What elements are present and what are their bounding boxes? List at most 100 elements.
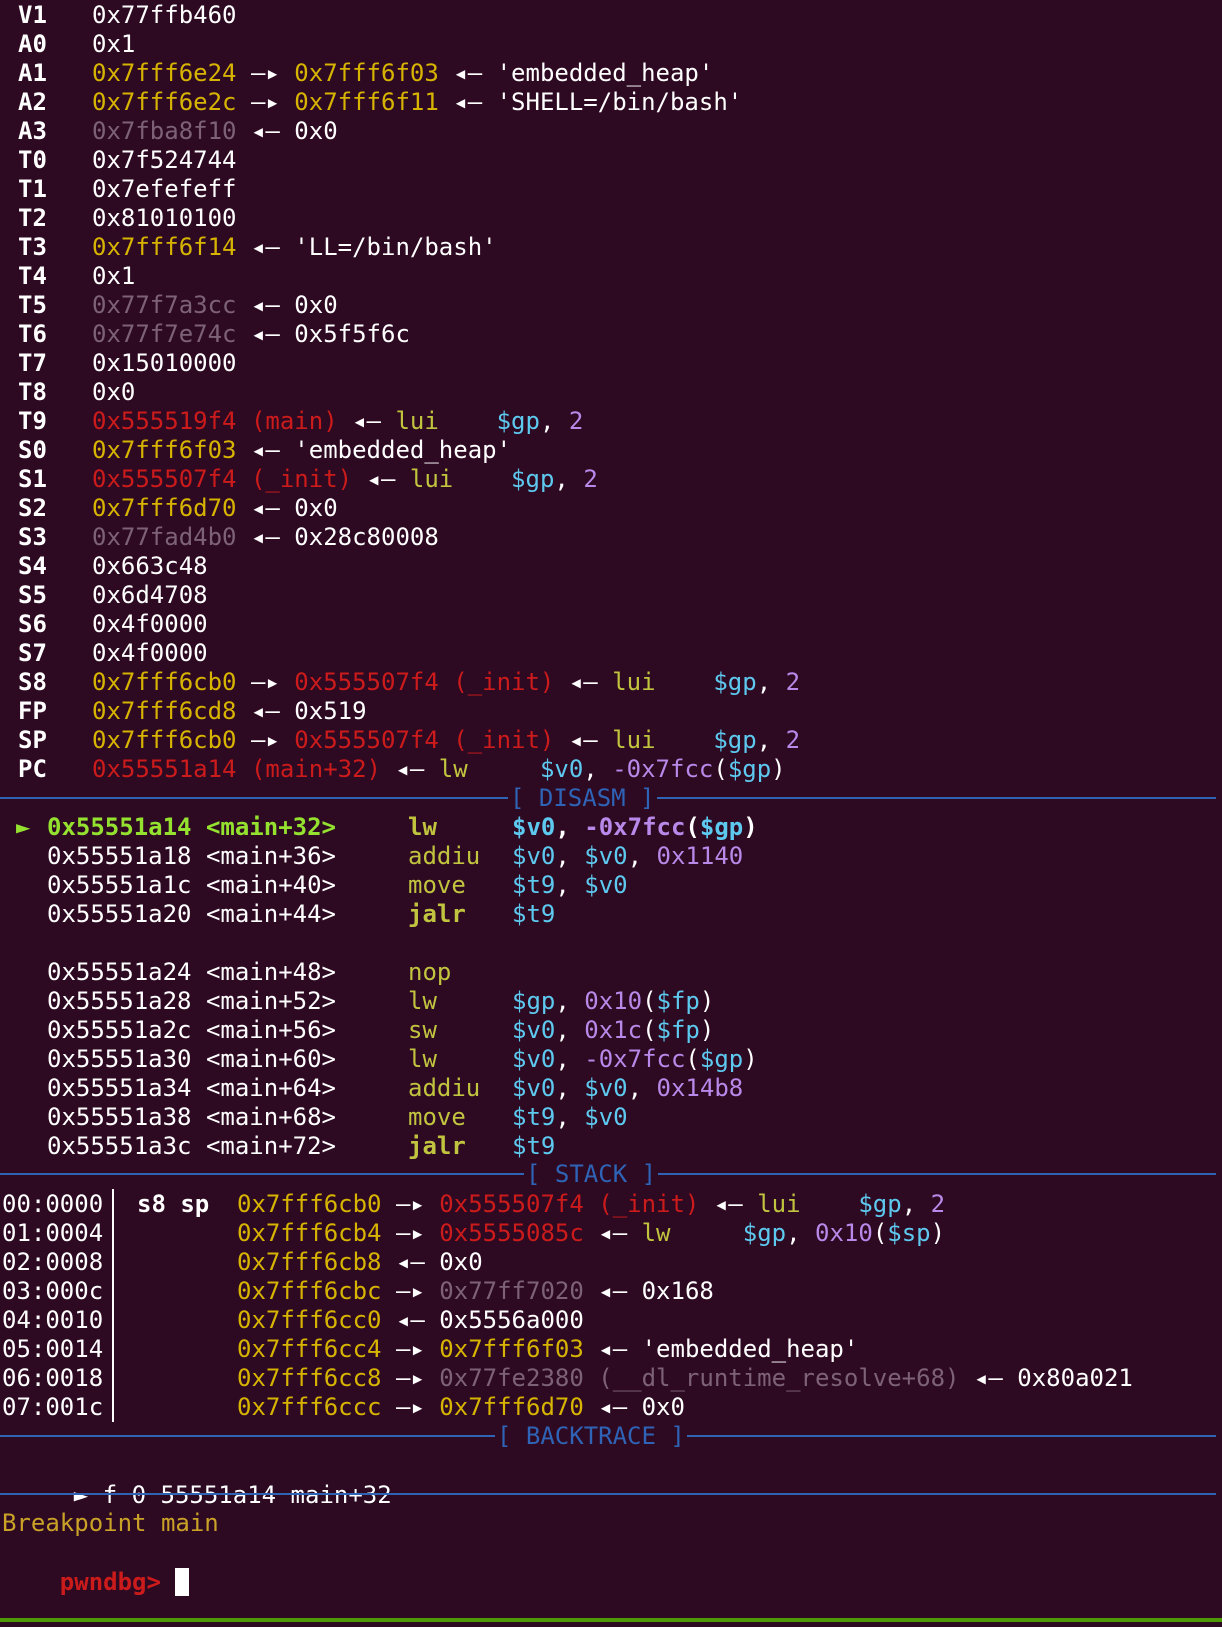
- register-value: 0x4f0000: [92, 638, 208, 668]
- deref-value: 0x0: [294, 494, 338, 522]
- stack-row[interactable]: 05:0014 0x7fff6cc4 —▸ 0x7fff6f03 ◂— 'embe…: [0, 1334, 1222, 1364]
- instruction-mnemonic: move: [408, 871, 466, 899]
- operand-token: ,: [627, 842, 657, 870]
- operand-token: $v0: [512, 1074, 556, 1102]
- stack-token: 0x7fff6ccc: [237, 1393, 382, 1421]
- stack-entry: s8 sp 0x7fff6cb0 —▸ 0x555507f4 (_init) ◂—…: [137, 1189, 945, 1219]
- stack-offset: 01:0004: [2, 1219, 104, 1247]
- stack-entry: 0x7fff6cc0 ◂— 0x5556a000: [137, 1305, 584, 1335]
- instruction-symbol: <main+56>: [205, 1016, 336, 1044]
- register-value: 0x6d4708: [92, 580, 208, 610]
- operand-token: ,: [555, 987, 585, 1015]
- status-bar: [0, 1618, 1222, 1622]
- register-address: 0x7fff6cd8: [92, 697, 237, 725]
- register-name: S6: [18, 610, 47, 638]
- instruction-address-symbol: 0x55551a34 <main+64>: [47, 1073, 336, 1103]
- register-row: T4 0x1: [0, 261, 1222, 291]
- breakpoint-message: Breakpoint main: [2, 1509, 219, 1537]
- operand-token: ,: [555, 1074, 585, 1102]
- stack-token: 0x7fff6d70: [439, 1393, 584, 1421]
- register-plain-value: 0x4f0000: [92, 610, 208, 638]
- operand-token: 0x1c: [584, 1016, 643, 1044]
- register-name: T6: [18, 320, 47, 348]
- register-value: 0x555519f4 (main) ◂— lui $gp, 2: [92, 406, 583, 436]
- stack-token: lui: [757, 1190, 859, 1218]
- instruction-address: 0x55551a34: [47, 1074, 192, 1102]
- command-line[interactable]: pwndbg>: [2, 1537, 190, 1596]
- stack-token: 0x7fff6cbc: [237, 1277, 382, 1305]
- instruction-symbol: <main+68>: [205, 1103, 336, 1131]
- instruction-address-symbol: 0x55551a1c <main+40>: [47, 870, 336, 900]
- stack-divider: [112, 1276, 114, 1306]
- operand-token: $gp: [699, 813, 744, 841]
- register-plain-value: 0x1: [92, 262, 136, 290]
- disasm-row[interactable]: 0x55551a24 <main+48> nop: [0, 957, 1222, 987]
- register-value: 0x7fff6e2c —▸ 0x7fff6f11 ◂— 'SHELL=/bin/…: [92, 87, 742, 117]
- register-name: S3: [18, 523, 47, 551]
- terminal: V1 0x77ffb460 A0 0x1 A1 0x7fff6e24 —▸ 0x7fff6…: [0, 0, 1222, 1622]
- instruction-operands: $t9: [512, 899, 555, 929]
- operand-separator: ,: [583, 755, 613, 783]
- stack-row[interactable]: 03:000c 0x7fff6cbc —▸ 0x77ff7020 ◂— 0x168: [0, 1276, 1222, 1306]
- pwndbg-prompt: pwndbg>: [59, 1568, 176, 1596]
- stack-token: 0x7fff6cc4: [237, 1335, 382, 1363]
- disasm-row[interactable]: 0x55551a28 <main+52> lw $gp, 0x10($fp): [0, 986, 1222, 1016]
- stack-row[interactable]: 01:0004 0x7fff6cb4 —▸ 0x5555085c ◂— lw $g…: [0, 1218, 1222, 1248]
- stack-register-tags: s8 sp: [137, 1190, 210, 1218]
- disasm-row[interactable]: 0x55551a38 <main+68> move $t9, $v0: [0, 1102, 1222, 1132]
- register-name: FP: [18, 697, 47, 725]
- stack-offset: 00:0000: [2, 1190, 104, 1218]
- stack-row[interactable]: 02:0008 0x7fff6cb8 ◂— 0x0: [0, 1247, 1222, 1277]
- disasm-row[interactable]: 0x55551a34 <main+64> addiu $v0, $v0, 0x14b…: [0, 1073, 1222, 1103]
- stack-token: —▸: [381, 1277, 440, 1305]
- register-value: 0x7fff6e24 —▸ 0x7fff6f03 ◂— 'embedded_he…: [92, 58, 713, 88]
- stack-entry: 0x7fff6cbc —▸ 0x77ff7020 ◂— 0x168: [137, 1276, 714, 1306]
- disasm-row[interactable]: 0x55551a30 <main+60> lw $v0, -0x7fcc($gp): [0, 1044, 1222, 1074]
- instruction-register: $v0: [539, 755, 584, 783]
- instruction-mnemonic: nop: [408, 958, 452, 986]
- instruction-operands: $t9: [512, 1131, 555, 1161]
- register-name: S5: [18, 581, 47, 609]
- operand-token: $t9: [512, 900, 556, 928]
- instruction-operands: $t9, $v0: [512, 870, 628, 900]
- disasm-row[interactable]: 0x55551a2c <main+56> sw $v0, 0x1c($fp): [0, 1015, 1222, 1045]
- register-name: T5: [18, 291, 47, 319]
- operand-token: 0x10: [584, 987, 643, 1015]
- instruction-address-symbol: 0x55551a28 <main+52>: [47, 986, 336, 1016]
- instruction-mnemonic: lw: [408, 1045, 437, 1073]
- stack-entry: 0x7fff6ccc —▸ 0x7fff6d70 ◂— 0x0: [137, 1392, 685, 1422]
- pointer-target: 0x555507f4 (_init): [294, 668, 555, 696]
- instruction-address-symbol: 0x55551a2c <main+56>: [47, 1015, 336, 1045]
- disasm-row[interactable]: 0x55551a18 <main+36> addiu $v0, $v0, 0x114…: [0, 841, 1222, 871]
- stack-row[interactable]: 04:0010 0x7fff6cc0 ◂— 0x5556a000: [0, 1305, 1222, 1335]
- instruction-symbol: <main+60>: [205, 1045, 336, 1073]
- stack-divider: [112, 1247, 114, 1277]
- stack-row[interactable]: 00:0000 s8 sp 0x7fff6cb0 —▸ 0x555507f4 (_i…: [0, 1189, 1222, 1219]
- deref-value: 0x5f5f6c: [294, 320, 410, 348]
- register-row: A3 0x7fba8f10 ◂— 0x0: [0, 116, 1222, 146]
- disasm-row[interactable]: 0x55551a1c <main+40> move $t9, $v0: [0, 870, 1222, 900]
- disasm-row[interactable]: 0x55551a3c <main+72> jalr $t9: [0, 1131, 1222, 1161]
- operand-token: $gp: [699, 1045, 744, 1073]
- stack-token: 0x7fff6cb8: [237, 1248, 382, 1276]
- operand-token: ): [743, 1045, 758, 1073]
- deref-arrow-icon: ◂—: [380, 755, 439, 783]
- deref-value: 0x0: [294, 117, 338, 145]
- deref-arrow-icon: ◂—: [554, 668, 613, 696]
- stack-token: lw: [641, 1219, 743, 1247]
- stack-divider: [112, 1218, 114, 1248]
- disasm-row[interactable]: 0x55551a20 <main+44> jalr $t9: [0, 899, 1222, 929]
- deref-arrow-icon: ◂—: [236, 697, 295, 725]
- backtrace-frame[interactable]: ► f 0 55551a14 main+32: [16, 1450, 392, 1509]
- instruction-mnemonic: lui: [612, 668, 656, 696]
- instruction-address: 0x55551a38: [47, 1103, 192, 1131]
- text-cursor[interactable]: [175, 1568, 190, 1596]
- stack-row[interactable]: 06:0018 0x7fff6cc8 —▸ 0x77fe2380 (__dl_ru…: [0, 1363, 1222, 1393]
- paren-close: ): [771, 755, 786, 783]
- instruction-symbol: <main+32>: [205, 813, 336, 841]
- current-instruction-row[interactable]: ► 0x55551a14 <main+32> lw $v0, -0x7fcc($gp): [0, 812, 1222, 842]
- register-address: 0x7fff6e24: [92, 59, 237, 87]
- operand-token: 0x1140: [656, 842, 744, 870]
- register-name: T0: [18, 146, 47, 174]
- stack-row[interactable]: 07:001c 0x7fff6ccc —▸ 0x7fff6d70 ◂— 0x0: [0, 1392, 1222, 1422]
